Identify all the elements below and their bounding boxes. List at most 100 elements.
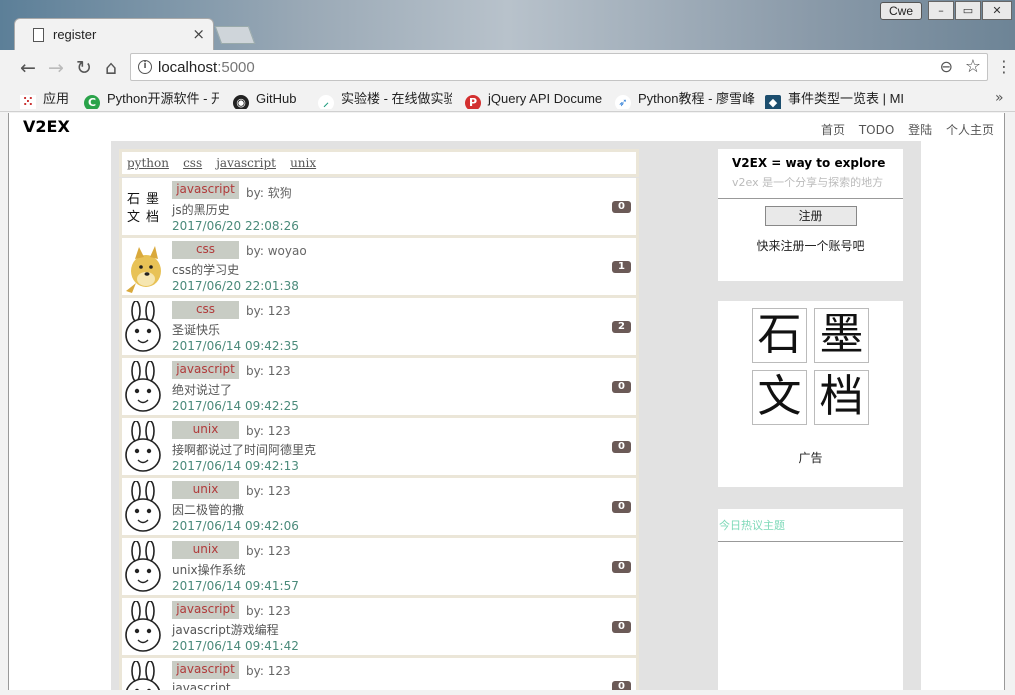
- topic-author: by: 123: [246, 604, 291, 618]
- url-text: localhost:5000: [158, 59, 255, 76]
- shiyanlou-icon: ⸝: [318, 95, 334, 109]
- register-button[interactable]: 注册: [764, 206, 857, 226]
- topic-node-tag[interactable]: javascript: [172, 361, 239, 379]
- avatar[interactable]: [124, 481, 164, 533]
- topic-row[interactable]: javascript by: 123 javascript 0: [119, 658, 639, 690]
- topic-node-tag[interactable]: css: [172, 241, 239, 259]
- topic-node-tag[interactable]: css: [172, 301, 239, 319]
- avatar[interactable]: 石墨文档: [124, 181, 164, 233]
- svg-text:档: 档: [146, 210, 159, 225]
- close-window-button[interactable]: ✕: [982, 1, 1012, 20]
- node-unix[interactable]: unix: [290, 156, 316, 170]
- topic-node-tag[interactable]: unix: [172, 481, 239, 499]
- topic-title[interactable]: 因二极管的撒: [172, 501, 244, 518]
- tab-close-icon[interactable]: ×: [192, 25, 205, 43]
- topic-row[interactable]: unix by: 123 unix操作系统 2017/06/14 09:41:57 0: [119, 538, 639, 598]
- topic-row[interactable]: unix by: 123 接啊都说过了时间阿德里克 2017/06/14 09:42:…: [119, 418, 639, 478]
- bookmark-jquery[interactable]: PjQuery API Docume: [465, 89, 603, 109]
- avatar[interactable]: [124, 601, 164, 653]
- bookmark-apps[interactable]: ⁙ 应用: [20, 89, 69, 109]
- minimize-button[interactable]: –: [928, 1, 954, 20]
- address-bar[interactable]: i localhost:5000 ⊖ ☆: [130, 53, 988, 81]
- home-icon[interactable]: ⌂: [99, 56, 123, 80]
- topic-row[interactable]: javascript by: 123 javascript游戏编程 2017/06/1…: [119, 598, 639, 658]
- welcome-subtitle: v2ex 是一个分享与探索的地方: [732, 176, 884, 189]
- topic-time: 2017/06/20 22:01:38: [172, 279, 299, 293]
- avatar[interactable]: [124, 661, 164, 690]
- reply-count-badge: 0: [612, 561, 631, 573]
- topic-node-tag[interactable]: javascript: [172, 661, 239, 679]
- reply-count-badge: 2: [612, 321, 631, 333]
- svg-text:石: 石: [127, 192, 140, 207]
- topic-row[interactable]: css by: 123 圣诞快乐 2017/06/14 09:42:35 2: [119, 298, 639, 358]
- page-viewport: V2EX 首页 TODO 登陆 个人主页 python css javascri…: [8, 113, 1005, 690]
- topic-row[interactable]: css by: woyao css的学习史 2017/06/20 22:01:38 1: [119, 238, 639, 298]
- topic-time: 2017/06/14 09:41:57: [172, 579, 299, 593]
- bookmark-star-icon[interactable]: ☆: [965, 56, 981, 77]
- bookmark-shiyanlou[interactable]: ⸝ 实验楼 - 在线做实验: [318, 89, 452, 109]
- avatar[interactable]: [124, 541, 164, 593]
- bookmark-github[interactable]: ◉ GitHub: [233, 89, 296, 109]
- topic-node-tag[interactable]: javascript: [172, 601, 239, 619]
- node-javascript[interactable]: javascript: [216, 156, 276, 170]
- topic-row[interactable]: unix by: 123 因二极管的撒 2017/06/14 09:42:06 0: [119, 478, 639, 538]
- topic-title[interactable]: 接啊都说过了时间阿德里克: [172, 441, 316, 458]
- oschina-icon: C: [84, 95, 100, 109]
- ad-char: 墨: [814, 308, 869, 363]
- node-css[interactable]: css: [183, 156, 202, 170]
- topic-title[interactable]: js的黑历史: [172, 201, 230, 218]
- menu-icon[interactable]: ⋮: [996, 57, 1012, 76]
- ad-char: 档: [814, 370, 869, 425]
- chevron-right-icon[interactable]: »: [995, 90, 1004, 106]
- ad-logo[interactable]: 石 墨 文 档: [752, 308, 871, 428]
- zoom-icon[interactable]: ⊖: [940, 57, 953, 76]
- reload-icon[interactable]: ↻: [72, 56, 96, 80]
- avatar[interactable]: [124, 241, 164, 293]
- topic-title[interactable]: 圣诞快乐: [172, 321, 220, 338]
- topic-title[interactable]: unix操作系统: [172, 561, 246, 578]
- hot-topics-title[interactable]: 今日热议主题: [718, 509, 903, 533]
- nav-login[interactable]: 登陆: [908, 123, 932, 137]
- avatar[interactable]: [124, 361, 164, 413]
- forward-arrow-icon[interactable]: →: [44, 56, 68, 80]
- topic-title[interactable]: 绝对说过了: [172, 381, 232, 398]
- avatar[interactable]: [124, 301, 164, 353]
- back-arrow-icon[interactable]: ←: [16, 56, 40, 80]
- topic-title[interactable]: javascript: [172, 681, 231, 690]
- bookmarks-bar: ⁙ 应用 C Python开源软件 - 开 ◉ GitHub ⸝ 实验楼 - 在线做实验…: [0, 86, 1015, 112]
- profile-badge[interactable]: Cwe: [880, 2, 922, 20]
- nav-profile[interactable]: 个人主页: [946, 123, 994, 137]
- topic-node-tag[interactable]: unix: [172, 421, 239, 439]
- bookmark-event-types[interactable]: ◆ 事件类型一览表 | MI: [765, 89, 903, 109]
- jquery-icon: P: [465, 95, 481, 109]
- bookmark-liaoxuefeng[interactable]: ➶ Python教程 - 廖雪峰: [615, 89, 755, 109]
- info-icon[interactable]: i: [138, 60, 152, 74]
- site-logo[interactable]: V2EX: [23, 117, 70, 136]
- reply-count-badge: 0: [612, 201, 631, 213]
- topic-title[interactable]: css的学习史: [172, 261, 239, 278]
- topic-node-tag[interactable]: unix: [172, 541, 239, 559]
- topic-list: 石墨文档 javascript by: 软狗 js的黑历史 2017/06/20 22:…: [119, 178, 639, 690]
- title-bar: register × Cwe – ▭ ✕: [0, 0, 1015, 50]
- topic-time: 2017/06/20 22:08:26: [172, 219, 299, 233]
- node-python[interactable]: python: [127, 156, 169, 170]
- topic-author: by: 软狗: [246, 186, 292, 200]
- nav-home[interactable]: 首页: [821, 123, 845, 137]
- reply-count-badge: 0: [612, 621, 631, 633]
- topic-node-tag[interactable]: javascript: [172, 181, 239, 199]
- divider: [718, 541, 903, 542]
- ad-char: 石: [752, 308, 807, 363]
- topic-title[interactable]: javascript游戏编程: [172, 621, 279, 638]
- tab-register[interactable]: register ×: [14, 18, 214, 50]
- register-hint: 快来注册一个账号吧: [756, 239, 865, 253]
- bookmark-python-oss[interactable]: C Python开源软件 - 开: [84, 89, 219, 109]
- nav-todo[interactable]: TODO: [859, 123, 894, 137]
- new-tab-button[interactable]: [214, 26, 256, 44]
- ad-char: 文: [752, 370, 807, 425]
- topic-row[interactable]: 石墨文档 javascript by: 软狗 js的黑历史 2017/06/20 22:…: [119, 178, 639, 238]
- topic-row[interactable]: javascript by: 123 绝对说过了 2017/06/14 09:42:2…: [119, 358, 639, 418]
- maximize-button[interactable]: ▭: [955, 1, 981, 20]
- node-bar: python css javascript unix: [119, 149, 639, 177]
- topic-time: 2017/06/14 09:41:42: [172, 639, 299, 653]
- avatar[interactable]: [124, 421, 164, 473]
